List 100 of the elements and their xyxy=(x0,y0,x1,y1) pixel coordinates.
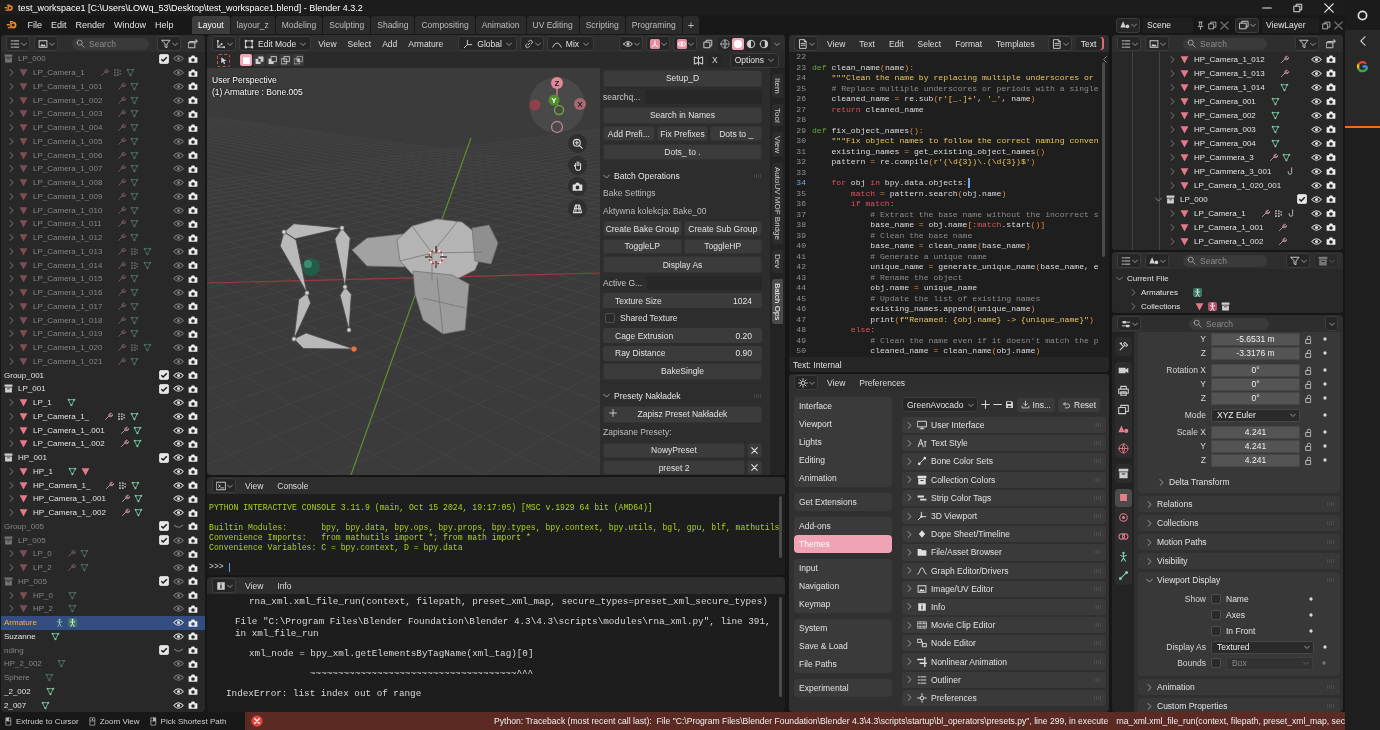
camera-icon[interactable] xyxy=(1326,110,1336,120)
eye-icon[interactable] xyxy=(1311,54,1322,64)
preferences-nav-item[interactable]: File Paths xyxy=(794,655,892,673)
preferences-nav-item[interactable]: Viewport xyxy=(794,415,892,433)
eye-icon[interactable] xyxy=(173,384,184,394)
select-mode-button[interactable] xyxy=(266,54,278,66)
preset-button[interactable]: NowyPreset xyxy=(603,442,745,458)
number-field[interactable]: 4.241 xyxy=(1211,439,1300,453)
lock-icon[interactable] xyxy=(1305,393,1314,403)
theme-section-header[interactable]: Outliner xyxy=(902,671,1106,688)
chevron-down-icon[interactable] xyxy=(603,173,610,179)
sidebar-button[interactable]: Create Bake Group xyxy=(603,221,682,237)
filter-button[interactable] xyxy=(1295,36,1319,51)
eye-icon[interactable] xyxy=(173,494,184,504)
new-button[interactable] xyxy=(1314,253,1338,268)
preferences-nav-item[interactable]: Add-ons xyxy=(794,517,892,535)
outliner-row[interactable]: HP_Camera_002 xyxy=(1166,108,1343,122)
sidebar-button[interactable]: Dots to _ xyxy=(710,126,762,141)
display-mode-button[interactable] xyxy=(1145,253,1169,268)
theme-section-header[interactable]: Text Style xyxy=(902,435,1106,452)
filter-button[interactable] xyxy=(1286,253,1310,268)
workspace-tab[interactable]: UV Editing xyxy=(526,16,579,34)
camera-icon[interactable] xyxy=(188,370,198,381)
sidebar-button[interactable]: BakeSingle xyxy=(603,363,762,380)
preferences-nav-item[interactable]: Editing xyxy=(794,451,892,469)
options-dropdown[interactable]: Options xyxy=(729,52,779,68)
editor-type-button[interactable] xyxy=(212,478,236,493)
editor-type-button[interactable] xyxy=(212,578,236,593)
workspace-tab[interactable]: Compositing xyxy=(415,16,475,34)
scrollbar[interactable] xyxy=(779,597,782,697)
camera-icon[interactable] xyxy=(1326,194,1336,204)
camera-icon[interactable] xyxy=(1326,180,1336,190)
sidebar-tab[interactable]: Tool xyxy=(772,103,783,127)
search-field[interactable]: Search xyxy=(1183,37,1267,50)
outliner-row[interactable]: HP_Camera_1_012 xyxy=(1166,52,1343,66)
restore-icon[interactable] xyxy=(1293,2,1303,13)
sidebar-button[interactable]: Dots_ to . xyxy=(603,143,762,161)
outliner-row[interactable]: HP_1 xyxy=(5,464,205,479)
number-field[interactable]: 4.241 xyxy=(1211,453,1300,467)
new-collection-button[interactable] xyxy=(1323,36,1338,51)
preferences-nav-item[interactable]: Navigation xyxy=(794,577,892,595)
number-field[interactable]: Cage Extrusion 0.20 xyxy=(603,328,762,343)
text-name-field[interactable]: Text xyxy=(1075,37,1104,50)
camera-icon[interactable] xyxy=(188,617,198,628)
outliner-row[interactable]: HP_Camera_003 xyxy=(1166,122,1343,136)
menu-item[interactable]: Select xyxy=(912,38,947,49)
grip-icon[interactable] xyxy=(753,174,762,179)
camera-icon[interactable] xyxy=(188,425,198,436)
outliner-row[interactable]: Armatures xyxy=(1127,285,1343,299)
preset-button[interactable]: preset 2 xyxy=(603,460,745,475)
camera-icon[interactable] xyxy=(1326,222,1336,232)
menu-item[interactable]: View xyxy=(240,580,269,591)
theme-section-header[interactable]: Graph Editor/Drivers xyxy=(902,562,1106,579)
app-logo-icon[interactable] xyxy=(6,19,18,31)
sidebar-button[interactable]: ToggleHP xyxy=(683,238,762,254)
sidebar-tab[interactable]: Item xyxy=(772,74,783,98)
editor-type-button[interactable] xyxy=(794,36,818,51)
theme-section-header[interactable]: 3D Viewport xyxy=(902,507,1106,525)
dropdown[interactable]: XYZ Euler xyxy=(1211,408,1300,422)
camera-icon[interactable] xyxy=(188,507,198,518)
number-field[interactable]: -5.6531 m xyxy=(1211,332,1300,346)
chevron-left-icon[interactable] xyxy=(1359,36,1366,46)
theme-section-header[interactable]: Dope Sheet/Timeline xyxy=(902,526,1106,543)
y-axis-handle[interactable]: Y xyxy=(548,94,560,106)
select-mode-button[interactable] xyxy=(253,54,265,66)
eye-icon[interactable] xyxy=(1311,166,1322,176)
eye-icon[interactable] xyxy=(1311,110,1322,120)
number-field[interactable]: 0° xyxy=(1211,391,1300,405)
panel-header[interactable]: Collections xyxy=(1138,515,1340,531)
theme-section-header[interactable]: Collection Colors xyxy=(902,471,1106,488)
outliner-row[interactable]: LP_001 xyxy=(1,382,205,396)
eye-icon[interactable] xyxy=(173,439,184,449)
sidebar-button[interactable]: Add Prefi... xyxy=(603,126,655,141)
outliner-row[interactable]: Suzanne xyxy=(1,629,205,644)
theme-section-header[interactable]: Image/UV Editor xyxy=(902,580,1106,597)
theme-section-header[interactable]: Movie Clip Editor xyxy=(902,617,1106,634)
eye-icon[interactable] xyxy=(1311,138,1322,148)
selected-joint-icon[interactable] xyxy=(351,346,357,352)
number-field[interactable]: Texture Size 1024 xyxy=(603,293,762,308)
camera-icon[interactable] xyxy=(188,686,198,697)
eye-icon[interactable] xyxy=(173,700,184,710)
workspace-tab[interactable]: Animation xyxy=(475,16,526,34)
error-bar[interactable] xyxy=(245,712,1345,730)
sidebar-button[interactable]: Search in Names xyxy=(603,106,762,124)
preferences-nav-item[interactable]: Experimental xyxy=(794,679,892,697)
eye-icon[interactable] xyxy=(1311,152,1322,162)
properties-tab[interactable] xyxy=(1114,488,1132,507)
camera-icon[interactable] xyxy=(1326,68,1336,78)
eye-icon[interactable] xyxy=(1311,222,1322,232)
eye-icon[interactable] xyxy=(173,618,184,628)
number-field[interactable]: -3.3176 m xyxy=(1211,346,1300,360)
subpanel-header[interactable]: Delta Transform xyxy=(1138,474,1340,490)
outliner-row[interactable]: Collections xyxy=(1127,299,1343,313)
lock-icon[interactable] xyxy=(1305,441,1314,451)
preferences-nav-item[interactable]: Input xyxy=(794,559,892,577)
editor-type-button[interactable] xyxy=(794,375,818,390)
delete-button[interactable] xyxy=(747,460,762,475)
x-icon[interactable] xyxy=(1220,20,1229,30)
theme-section-header[interactable]: Bone Color Sets xyxy=(902,453,1106,470)
theme-section-header[interactable]: Node Editor xyxy=(902,635,1106,652)
